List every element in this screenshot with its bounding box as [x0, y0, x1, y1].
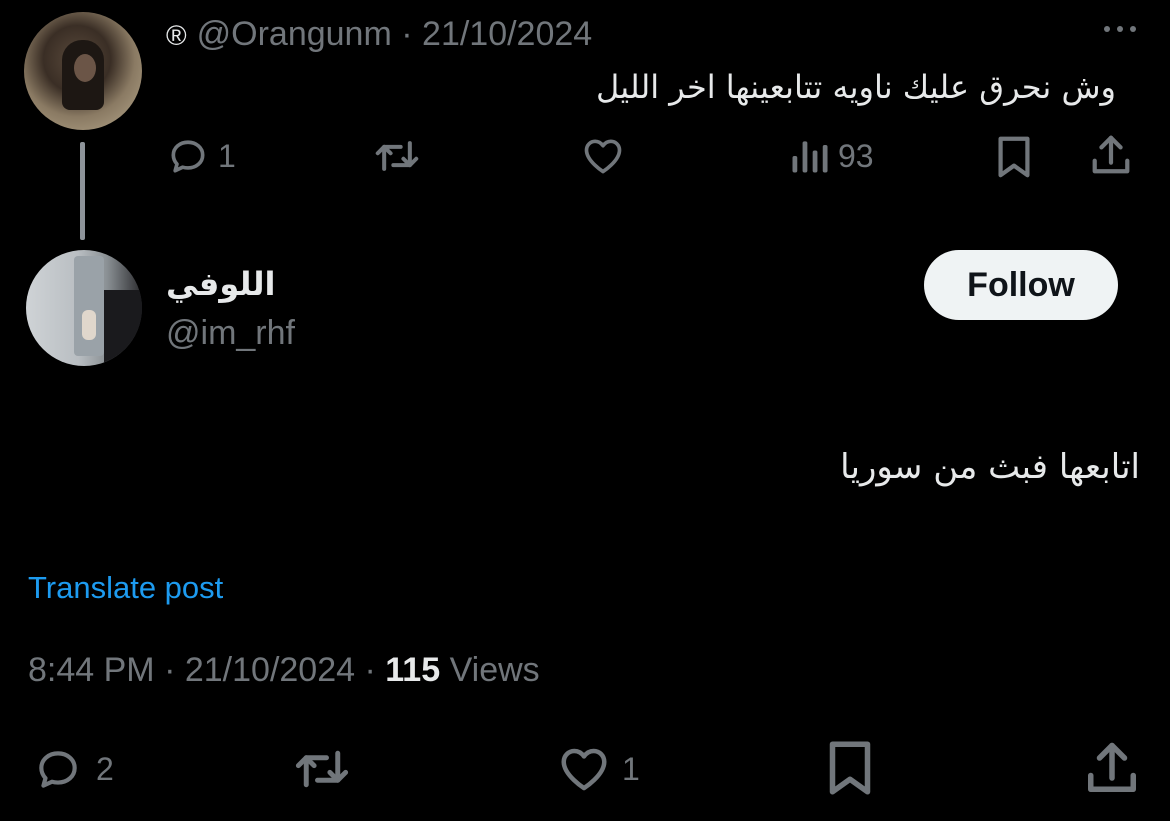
- reply-bookmark-button[interactable]: [824, 738, 876, 798]
- parent-retweet-button[interactable]: [372, 134, 422, 178]
- reply-reply-button[interactable]: 2: [28, 744, 114, 794]
- retweet-icon: [290, 742, 354, 796]
- reply-author-avatar[interactable]: [26, 250, 142, 366]
- meta-separator: ·: [164, 651, 176, 689]
- reply-tweet-date[interactable]: 21/10/2024: [185, 651, 355, 689]
- heart-icon: [580, 134, 626, 178]
- follow-button[interactable]: Follow: [924, 250, 1118, 320]
- registered-mark: ®: [166, 20, 187, 51]
- reply-reply-count: 2: [96, 750, 114, 787]
- translate-post-link[interactable]: Translate post: [28, 568, 223, 608]
- avatar-hand: [82, 310, 96, 340]
- parent-tweet-text: وش نحرق عليك ناويه تتابعينها اخر الليل: [596, 68, 1116, 106]
- avatar-sleeve: [104, 290, 142, 366]
- reply-retweet-button[interactable]: [290, 742, 354, 796]
- parent-views-count: 93: [838, 137, 874, 174]
- parent-like-button[interactable]: [580, 134, 626, 178]
- parent-tweet-date[interactable]: 21/10/2024: [422, 15, 592, 53]
- parent-reply-count: 1: [218, 137, 236, 174]
- bookmark-icon: [824, 738, 876, 798]
- thread-connector-line: [80, 142, 85, 240]
- reply-views-count: 115: [385, 651, 441, 689]
- reply-bubble-icon: [166, 134, 210, 178]
- more-options-icon[interactable]: [1100, 14, 1140, 44]
- parent-tweet-meta: ® @Orangunm · 21/10/2024: [166, 14, 592, 54]
- reply-bubble-icon: [28, 744, 88, 794]
- parent-author-handle[interactable]: @Orangunm: [197, 15, 392, 53]
- avatar-door: [74, 256, 104, 356]
- reply-like-count: 1: [622, 750, 640, 787]
- reply-tweet-text: اتابعها فبث من سوريا: [840, 447, 1140, 487]
- bookmark-icon: [994, 134, 1034, 180]
- conversation-thread: ® @Orangunm · 21/10/2024 وش نحرق عليك ناو…: [0, 0, 1170, 821]
- parent-author-avatar[interactable]: [24, 12, 142, 130]
- reply-like-button[interactable]: 1: [554, 742, 640, 796]
- reply-author-display-name[interactable]: اللوفي: [166, 262, 275, 306]
- bar-chart-icon: [788, 134, 830, 178]
- parent-reply-button[interactable]: 1: [166, 134, 236, 178]
- share-icon: [1082, 738, 1142, 798]
- retweet-icon: [372, 134, 422, 178]
- parent-views-button[interactable]: 93: [788, 134, 874, 178]
- share-icon: [1088, 132, 1134, 178]
- parent-share-button[interactable]: [1088, 132, 1134, 178]
- avatar-face: [74, 54, 96, 82]
- reply-tweet-meta: 8:44 PM · 21/10/2024 · 115 Views: [28, 648, 540, 692]
- reply-share-button[interactable]: [1082, 738, 1142, 798]
- parent-bookmark-button[interactable]: [994, 134, 1034, 180]
- meta-separator: ·: [401, 15, 413, 53]
- heart-icon: [554, 742, 614, 796]
- reply-views-label: Views: [449, 651, 540, 689]
- reply-tweet-time[interactable]: 8:44 PM: [28, 651, 155, 689]
- meta-separator: ·: [364, 651, 376, 689]
- reply-author-handle[interactable]: @im_rhf: [166, 312, 295, 354]
